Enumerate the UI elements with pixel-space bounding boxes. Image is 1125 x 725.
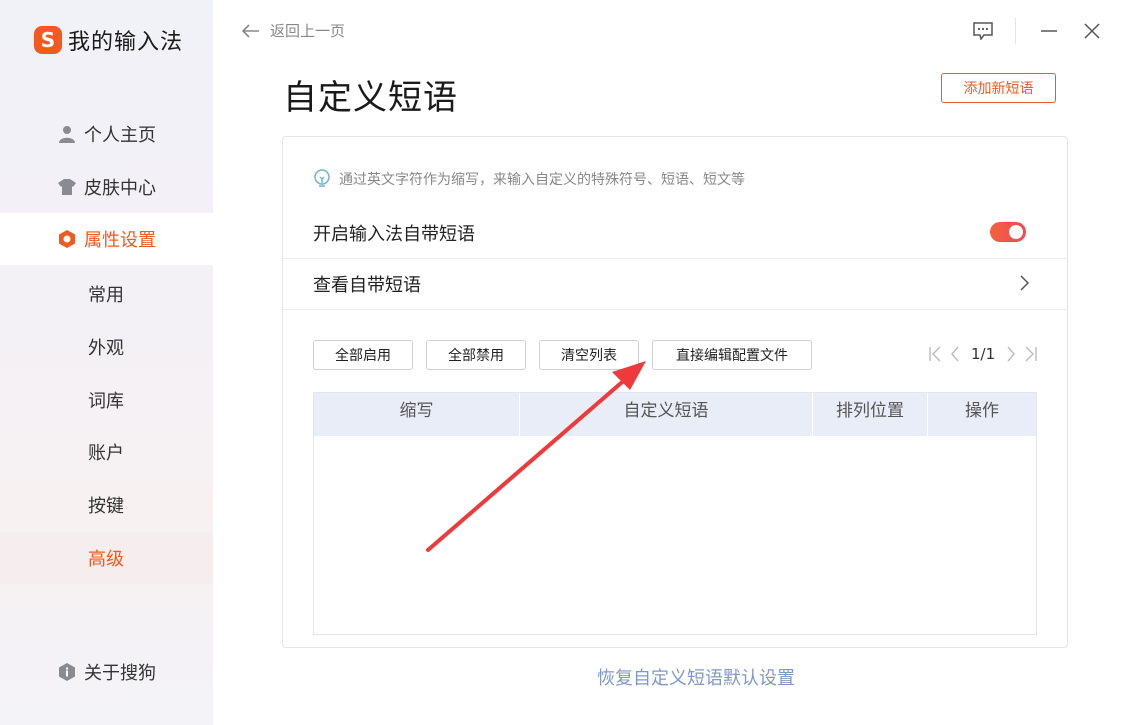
back-label: 返回上一页 — [270, 22, 346, 40]
sidebar-subitem-label: 词库 — [88, 391, 124, 412]
enable-builtin-row: 开启输入法自带短语 — [283, 208, 1067, 259]
sidebar-item-label: 属性设置 — [84, 230, 156, 251]
tshirt-icon — [58, 178, 76, 196]
enable-all-button[interactable]: 全部启用 — [313, 340, 413, 370]
first-page-icon[interactable] — [925, 344, 945, 364]
sidebar-item-label: 关于搜狗 — [84, 663, 156, 684]
hint-text-row: 通过英文字符作为缩写，来输入自定义的特殊符号、短语、短文等 — [313, 169, 745, 189]
sogou-logo-icon: S — [34, 26, 62, 54]
sidebar-subitem-label: 账户 — [88, 443, 124, 464]
sidebar-subitem-keys[interactable]: 按键 — [0, 479, 213, 531]
feedback-button[interactable] — [970, 18, 996, 44]
enable-builtin-toggle[interactable] — [990, 222, 1026, 242]
sidebar-item-settings[interactable]: 属性设置 — [0, 213, 213, 265]
sidebar-subitem-advanced[interactable]: 高级 — [0, 532, 213, 584]
titlebar-divider — [1015, 18, 1016, 44]
sidebar-subitem-label: 按键 — [88, 496, 124, 517]
sidebar-subitem-label: 高级 — [88, 549, 124, 570]
sidebar-subitem-appearance[interactable]: 外观 — [0, 321, 213, 373]
minimize-button[interactable] — [1036, 18, 1062, 44]
minimize-icon — [1041, 30, 1057, 32]
page-indicator: 1/1 — [971, 345, 996, 363]
hexagon-settings-icon — [58, 230, 76, 248]
next-page-icon[interactable] — [1001, 344, 1021, 364]
sidebar-item-label: 个人主页 — [84, 125, 156, 146]
sidebar-item-about[interactable]: 关于搜狗 — [0, 646, 213, 698]
sidebar-item-skins[interactable]: 皮肤中心 — [0, 161, 213, 213]
info-icon — [58, 663, 76, 681]
sidebar-item-profile[interactable]: 个人主页 — [0, 108, 213, 160]
edit-config-file-button[interactable]: 直接编辑配置文件 — [652, 340, 812, 370]
sidebar-subitem-label: 常用 — [88, 285, 124, 306]
table-header: 缩写 自定义短语 排列位置 操作 — [314, 393, 1036, 436]
arrow-left-icon — [242, 23, 259, 38]
user-icon — [58, 125, 76, 143]
prev-page-icon[interactable] — [945, 344, 965, 364]
page-title: 自定义短语 — [283, 78, 458, 118]
last-page-icon[interactable] — [1021, 344, 1041, 364]
add-phrase-button[interactable]: 添加新短语 — [941, 73, 1056, 103]
column-header-position: 排列位置 — [813, 393, 928, 436]
column-header-abbreviation: 缩写 — [314, 393, 520, 436]
column-header-actions: 操作 — [965, 401, 999, 421]
pagination: 1/1 — [925, 344, 1041, 364]
app-title: 我的输入法 — [68, 30, 184, 55]
clear-list-button[interactable]: 清空列表 — [539, 340, 639, 370]
view-builtin-row[interactable]: 查看自带短语 — [283, 259, 1067, 310]
close-icon — [1084, 23, 1100, 39]
sidebar-subitem-dictionary[interactable]: 词库 — [0, 374, 213, 426]
view-builtin-label: 查看自带短语 — [313, 275, 421, 296]
disable-all-button[interactable]: 全部禁用 — [426, 340, 526, 370]
enable-builtin-label: 开启输入法自带短语 — [313, 224, 475, 245]
sidebar-subitem-label: 外观 — [88, 338, 124, 359]
app-logo: S 我的输入法 — [34, 24, 183, 56]
phrase-settings-panel: 通过英文字符作为缩写，来输入自定义的特殊符号、短语、短文等 开启输入法自带短语 … — [282, 136, 1068, 648]
chevron-right-icon — [1020, 275, 1029, 291]
restore-defaults-link[interactable]: 恢复自定义短语默认设置 — [597, 664, 795, 690]
sidebar-subitem-common[interactable]: 常用 — [0, 268, 213, 320]
hint-text: 通过英文字符作为缩写，来输入自定义的特殊符号、短语、短文等 — [339, 172, 745, 188]
column-header-phrase: 自定义短语 — [520, 393, 813, 436]
sidebar-subitem-account[interactable]: 账户 — [0, 426, 213, 478]
back-link[interactable]: 返回上一页 — [242, 20, 345, 41]
close-button[interactable] — [1079, 18, 1105, 44]
feedback-icon — [973, 22, 993, 40]
lightbulb-icon — [314, 169, 330, 187]
sidebar: S 我的输入法 个人主页 皮肤中心 属性设置 常用 外观 词库 账户 按键 高级 — [0, 0, 213, 725]
phrase-table: 缩写 自定义短语 排列位置 操作 — [313, 392, 1037, 635]
sidebar-item-label: 皮肤中心 — [84, 178, 156, 199]
